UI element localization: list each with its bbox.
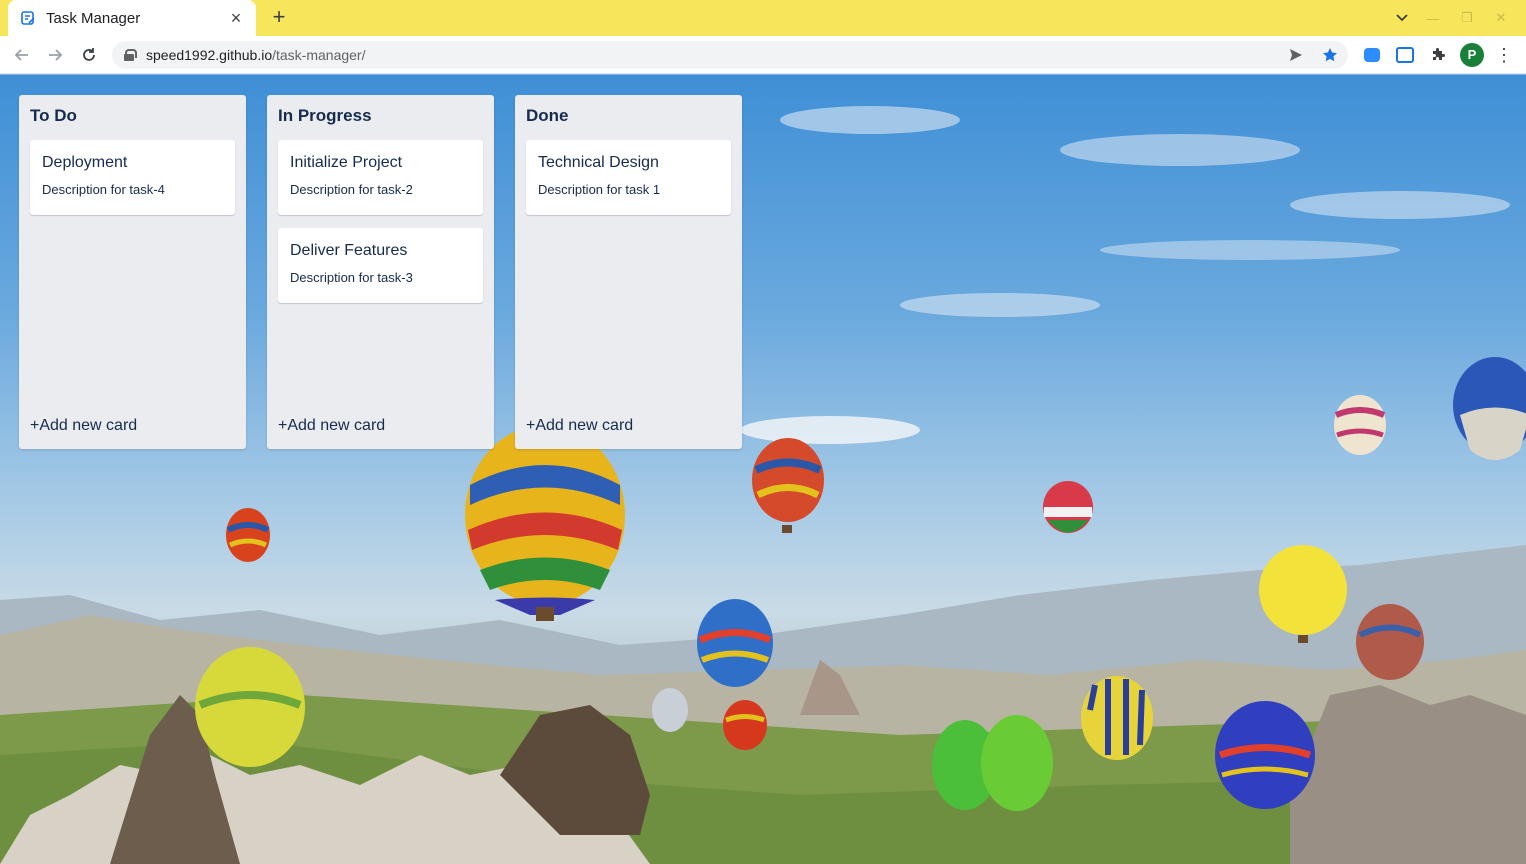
tab-search-chevron-icon[interactable] — [1392, 8, 1412, 28]
lock-icon[interactable] — [124, 49, 137, 61]
close-window-icon[interactable]: ✕ — [1484, 10, 1518, 26]
tab-title: Task Manager — [46, 9, 141, 27]
column-todo[interactable]: To Do Deployment Description for task-4 … — [19, 95, 246, 449]
card-list: Initialize Project Description for task-… — [278, 140, 483, 303]
column-in-progress[interactable]: In Progress Initialize Project Descripti… — [267, 95, 494, 449]
close-tab-icon[interactable]: × — [226, 8, 246, 28]
card-description: Description for task 1 — [538, 182, 661, 197]
card-description: Description for task-3 — [290, 270, 413, 285]
card-list: Deployment Description for task-4 — [30, 140, 235, 215]
add-new-card-button[interactable]: +Add new card — [278, 417, 385, 435]
card-description: Description for task-2 — [290, 182, 413, 197]
task-card[interactable]: Technical Design Description for task 1 — [526, 140, 731, 215]
extensions-puzzle-icon[interactable] — [1427, 44, 1449, 66]
add-new-card-button[interactable]: +Add new card — [526, 417, 633, 435]
browser-tab[interactable]: Task Manager × — [8, 0, 256, 36]
task-card[interactable]: Deployment Description for task-4 — [30, 140, 235, 215]
screen-recorder-extension-icon[interactable] — [1394, 44, 1416, 66]
forward-icon[interactable] — [43, 43, 67, 67]
back-icon[interactable] — [10, 43, 34, 67]
card-description: Description for task-4 — [42, 182, 165, 197]
add-new-card-button[interactable]: +Add new card — [30, 417, 137, 435]
browser-toolbar: speed1992.github.io/task-manager/ P ⋮ — [0, 36, 1526, 74]
card-title: Deployment — [42, 154, 128, 171]
task-card[interactable]: Initialize Project Description for task-… — [278, 140, 483, 215]
tab-strip: Task Manager × + — ❐ ✕ — [0, 0, 1526, 36]
minimize-icon[interactable]: — — [1416, 11, 1450, 26]
profile-avatar[interactable]: P — [1460, 43, 1484, 67]
url-path: /task-manager/ — [272, 47, 366, 63]
reload-icon[interactable] — [77, 43, 101, 67]
card-list: Technical Design Description for task 1 — [526, 140, 731, 215]
balloon — [465, 425, 625, 621]
url-host: speed1992.github.io — [146, 47, 273, 63]
card-title: Technical Design — [538, 154, 659, 171]
kanban-board: To Do Deployment Description for task-4 … — [19, 95, 742, 449]
send-tab-icon[interactable] — [1286, 45, 1306, 65]
page-favicon-icon — [20, 10, 36, 26]
card-title: Deliver Features — [290, 242, 408, 259]
bookmark-star-icon[interactable] — [1320, 45, 1340, 65]
zoom-extension-icon[interactable] — [1361, 44, 1383, 66]
address-bar[interactable]: speed1992.github.io/task-manager/ — [112, 41, 1348, 69]
new-tab-button[interactable]: + — [268, 6, 290, 28]
column-done[interactable]: Done Technical Design Description for ta… — [515, 95, 742, 449]
task-card[interactable]: Deliver Features Description for task-3 — [278, 228, 483, 303]
column-title: Done — [526, 106, 569, 125]
column-title: To Do — [30, 106, 77, 125]
window-controls: — ❐ ✕ — [1416, 0, 1518, 36]
card-title: Initialize Project — [290, 154, 403, 171]
browser-menu-icon[interactable]: ⋮ — [1494, 43, 1514, 67]
page-viewport: To Do Deployment Description for task-4 … — [0, 75, 1526, 864]
column-title: In Progress — [278, 106, 372, 125]
maximize-icon[interactable]: ❐ — [1450, 10, 1484, 26]
